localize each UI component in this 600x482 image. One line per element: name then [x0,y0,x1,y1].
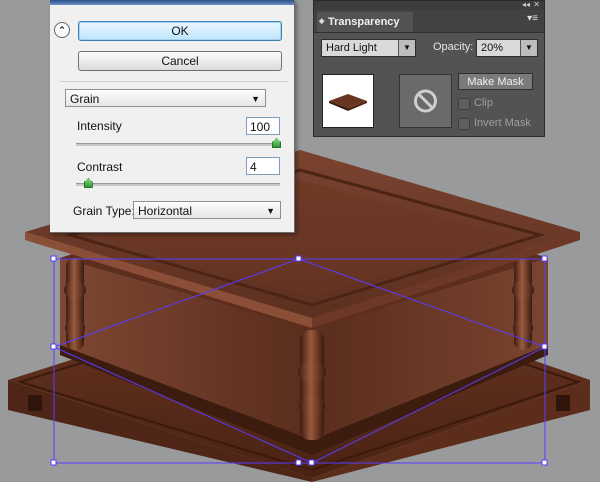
no-symbol-icon [414,89,437,113]
panel-menu-icon[interactable]: ▾≡ [527,13,538,24]
grain-type-value: Horizontal [138,204,193,218]
make-mask-button[interactable]: Make Mask [458,73,533,90]
grain-type-select[interactable]: Horizontal ▼ [133,201,281,219]
intensity-slider-track[interactable] [76,143,280,146]
table-thumbnail-image [329,94,367,111]
intensity-label: Intensity [77,119,122,133]
opacity-mask-thumbnail[interactable] [399,74,452,128]
tab-toggle-icon: ◆ [319,18,325,25]
chevron-down-icon: ▼ [251,94,260,104]
contrast-slider-thumb[interactable] [83,178,93,188]
double-chevron-up-icon[interactable]: ⌃ [54,22,70,38]
opacity-value: 20% [481,42,504,54]
contrast-input[interactable]: 4 [246,157,280,175]
clip-label: Clip [474,97,493,109]
intensity-input[interactable]: 100 [246,117,280,135]
panel-title: Transparency [328,16,400,28]
dialog-title-bar[interactable] [50,0,294,5]
blend-mode-select[interactable]: Hard Light ▼ [321,39,416,57]
opacity-label: Opacity: [433,41,474,53]
invert-mask-label: Invert Mask [474,117,531,129]
filter-select[interactable]: Grain ▼ [65,89,266,107]
contrast-label: Contrast [77,160,123,174]
ok-button[interactable]: OK [78,21,282,41]
close-panel-icon[interactable]: ✕ [533,0,540,9]
blend-mode-value: Hard Light [326,42,377,54]
artwork-thumbnail[interactable] [322,74,374,128]
chevron-down-icon: ▼ [266,206,275,216]
chevron-down-icon: ▼ [398,40,415,56]
divider [60,81,288,82]
opacity-input[interactable]: 20% ▼ [476,39,538,57]
chevron-down-icon: ▼ [520,40,537,56]
clip-checkbox[interactable] [458,98,470,110]
transparency-panel: ◂◂ ✕ ◆ Transparency ▾≡ Hard Light ▼ Opac… [313,0,545,137]
tab-transparency[interactable]: ◆ Transparency [317,12,413,32]
grain-type-label: Grain Type: [73,204,135,218]
collapse-panel-icon[interactable]: ◂◂ [522,0,530,9]
intensity-slider-thumb[interactable] [272,138,281,148]
contrast-slider-track[interactable] [76,183,280,186]
panel-drag-strip[interactable]: ◂◂ ✕ [314,0,544,10]
invert-mask-checkbox[interactable] [458,118,470,130]
grain-filter-dialog: ⌃ OK Cancel Grain ▼ Intensity 100 Contra… [50,0,295,233]
cancel-button[interactable]: Cancel [78,51,282,71]
filter-select-value: Grain [70,92,100,106]
